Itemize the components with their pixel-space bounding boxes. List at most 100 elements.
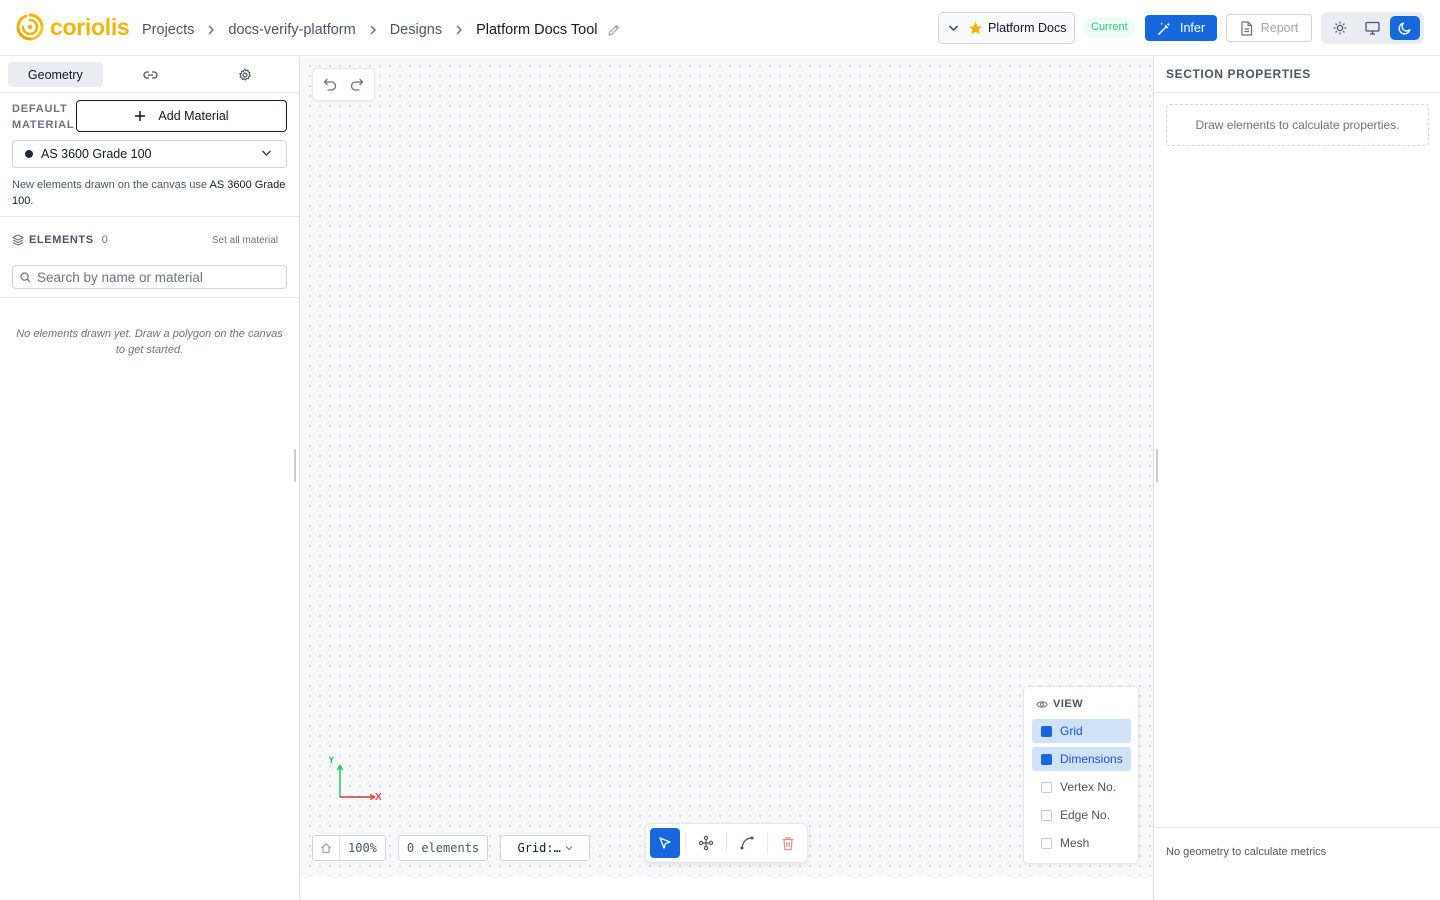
select-tool[interactable]	[650, 828, 680, 858]
default-material-label: DEFAULT MATERIAL	[12, 103, 75, 131]
metrics-message: No geometry to calculate metrics	[1166, 846, 1327, 858]
checkbox[interactable]	[1041, 753, 1052, 765]
view-option-label: Grid	[1060, 724, 1083, 738]
nodes-icon	[698, 835, 714, 851]
theme-dark-button[interactable]	[1389, 16, 1420, 40]
version-select[interactable]: Platform Docs	[938, 12, 1075, 44]
checkbox[interactable]	[1041, 725, 1052, 737]
breadcrumb: Projects docs-verify-platform Designs Pl…	[142, 20, 621, 40]
elements-header: ELEMENTS 0	[12, 234, 108, 246]
view-option-label: Dimensions	[1060, 752, 1123, 766]
tab-settings[interactable]	[197, 62, 292, 87]
view-option-mesh[interactable]: Mesh	[1032, 831, 1131, 855]
elements-search	[12, 265, 287, 289]
view-option-dimensions[interactable]: Dimensions	[1032, 747, 1131, 771]
drawing-canvas[interactable]: Y X 100% 0 elements Grid:… VIEW Grid Dim…	[301, 57, 1153, 876]
search-icon	[20, 271, 31, 282]
divider	[1154, 827, 1440, 828]
view-option-label: Mesh	[1060, 836, 1090, 850]
checkbox[interactable]	[1041, 837, 1052, 849]
checkbox[interactable]	[1041, 781, 1052, 793]
default-material-select[interactable]: AS 3600 Grade 100	[12, 140, 287, 168]
axis-x-label: X	[375, 792, 382, 803]
view-option-edge-numbers[interactable]: Edge No.	[1032, 803, 1131, 827]
infer-label: Infer	[1179, 21, 1205, 35]
grid-size-label: Grid:…	[517, 841, 561, 855]
delete-tool[interactable]	[773, 828, 803, 858]
add-material-button[interactable]: Add Material	[76, 100, 287, 132]
infer-button[interactable]: Infer	[1145, 15, 1217, 41]
tab-connections[interactable]	[103, 62, 198, 87]
node-tool[interactable]	[691, 828, 721, 858]
elements-empty-message: No elements drawn yet. Draw a polygon on…	[16, 328, 283, 356]
chevron-down-icon	[261, 149, 272, 157]
magic-wand-icon	[1158, 21, 1171, 35]
elements-label: ELEMENTS	[29, 234, 94, 246]
left-resize-handle[interactable]	[294, 449, 296, 482]
divider	[0, 92, 299, 93]
star-icon	[968, 21, 983, 36]
pencil-icon[interactable]	[607, 23, 621, 37]
section-properties-panel: SECTION PROPERTIES Draw elements to calc…	[1153, 57, 1440, 900]
sidebar-tabs: Geometry	[8, 62, 292, 87]
app-header: coriolis Projects docs-verify-platform D…	[0, 0, 1440, 56]
breadcrumb-designs[interactable]: Designs	[390, 20, 442, 40]
material-hint: New elements drawn on the canvas use AS …	[12, 179, 286, 207]
divider	[1154, 92, 1440, 93]
set-all-material-button[interactable]: Set all material	[212, 235, 278, 246]
trash-icon	[782, 836, 794, 850]
logo[interactable]: coriolis	[16, 13, 130, 41]
view-option-label: Vertex No.	[1060, 780, 1117, 794]
chevron-right-icon	[194, 24, 228, 36]
chevron-down-icon	[565, 846, 573, 851]
cursor-icon	[659, 837, 671, 849]
canvas-status-bar: 100% 0 elements Grid:…	[312, 835, 591, 861]
theme-toggle	[1321, 12, 1424, 44]
sun-icon	[1333, 21, 1347, 35]
breadcrumb-project[interactable]: docs-verify-platform	[228, 20, 355, 40]
element-count-status: 0 elements	[397, 835, 489, 861]
version-name: Platform Docs	[988, 21, 1067, 35]
grid-size-select[interactable]: Grid:…	[500, 835, 591, 861]
left-sidebar: Geometry DEFAULT MATERIAL Add Material AS…	[0, 57, 300, 900]
report-button[interactable]: Report	[1226, 14, 1312, 42]
section-properties-title: SECTION PROPERTIES	[1166, 67, 1311, 81]
brand-name: coriolis	[50, 14, 130, 40]
home-icon[interactable]	[313, 836, 340, 860]
theme-light-button[interactable]	[1325, 16, 1355, 40]
current-version-badge: Current	[1084, 17, 1135, 38]
design-title: Platform Docs Tool	[476, 22, 598, 38]
chevron-right-icon	[356, 24, 390, 36]
divider	[0, 297, 299, 298]
divider	[0, 216, 299, 217]
eye-icon	[1036, 700, 1048, 708]
curve-icon	[740, 836, 754, 850]
zoom-level: 100%	[348, 841, 377, 855]
gear-icon	[238, 67, 251, 81]
drawing-toolbar	[645, 823, 808, 863]
axis-y-label: Y	[328, 757, 335, 766]
curve-tool[interactable]	[732, 828, 762, 858]
checkbox[interactable]	[1041, 809, 1052, 821]
view-option-vertex-numbers[interactable]: Vertex No.	[1032, 775, 1131, 799]
link-icon	[142, 70, 158, 79]
theme-system-button[interactable]	[1357, 16, 1387, 40]
selected-material: AS 3600 Grade 100	[41, 147, 152, 161]
logo-mark-icon	[16, 13, 44, 41]
chevron-right-icon	[442, 24, 476, 36]
view-option-label: Edge No.	[1060, 808, 1111, 822]
view-option-grid[interactable]: Grid	[1032, 719, 1131, 743]
breadcrumb-projects[interactable]: Projects	[142, 20, 194, 40]
redo-icon[interactable]	[350, 78, 364, 91]
zoom-controls: 100%	[312, 835, 386, 861]
undo-icon[interactable]	[323, 78, 337, 91]
view-title-label: VIEW	[1053, 698, 1084, 710]
tab-geometry[interactable]: Geometry	[8, 62, 103, 87]
axis-indicator: Y X	[328, 757, 382, 803]
search-input[interactable]	[37, 269, 277, 285]
tab-geometry-label: Geometry	[27, 67, 83, 82]
right-resize-handle[interactable]	[1156, 449, 1158, 482]
view-title: VIEW	[1036, 698, 1083, 710]
history-controls	[312, 68, 375, 101]
chevron-down-icon	[948, 24, 959, 32]
